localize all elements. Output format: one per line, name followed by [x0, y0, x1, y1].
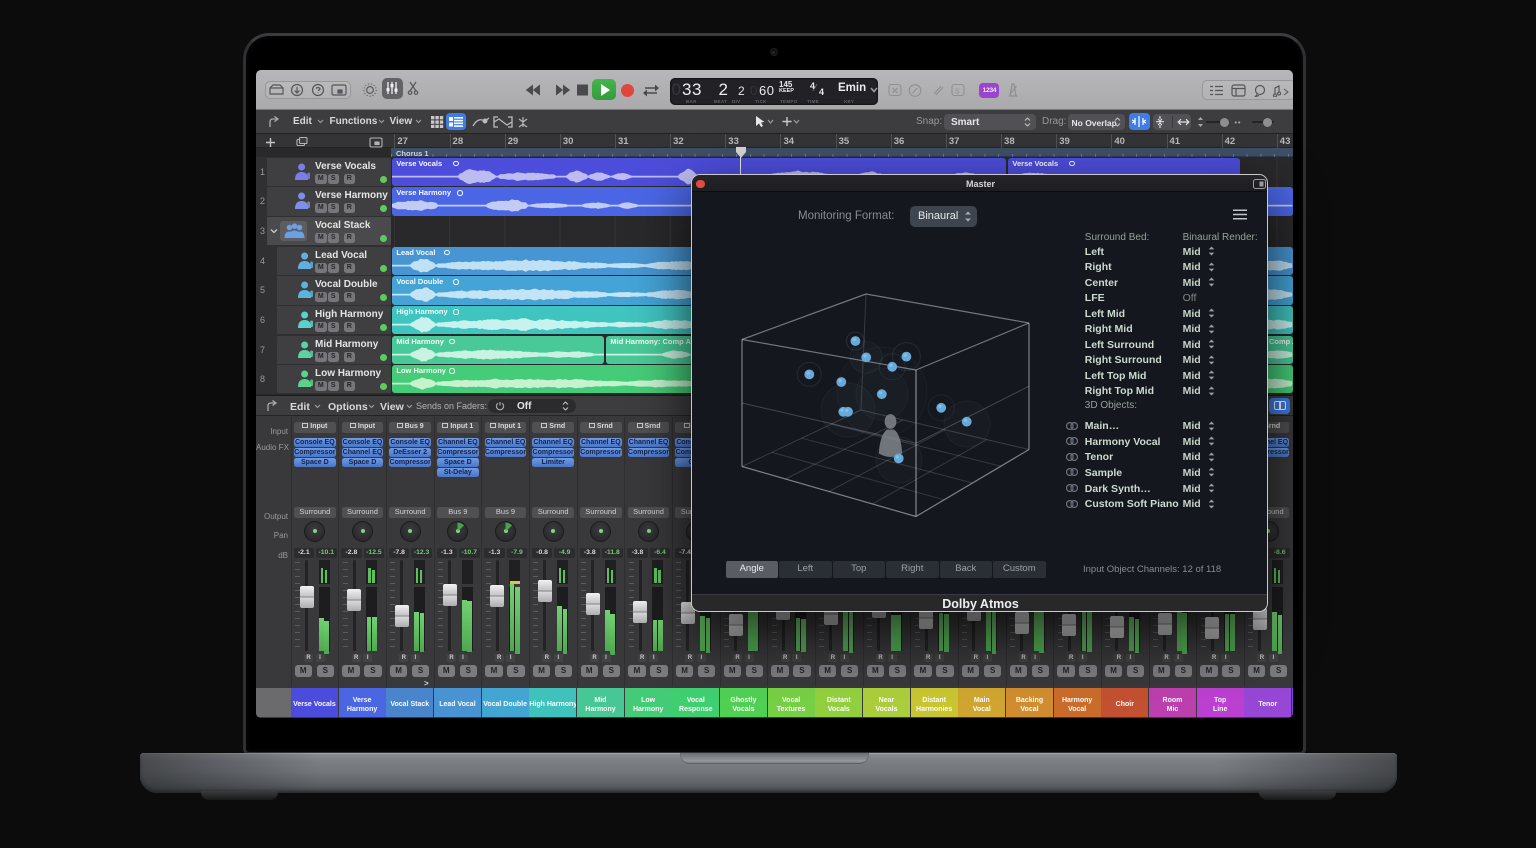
svg-text:S: S — [955, 89, 960, 96]
